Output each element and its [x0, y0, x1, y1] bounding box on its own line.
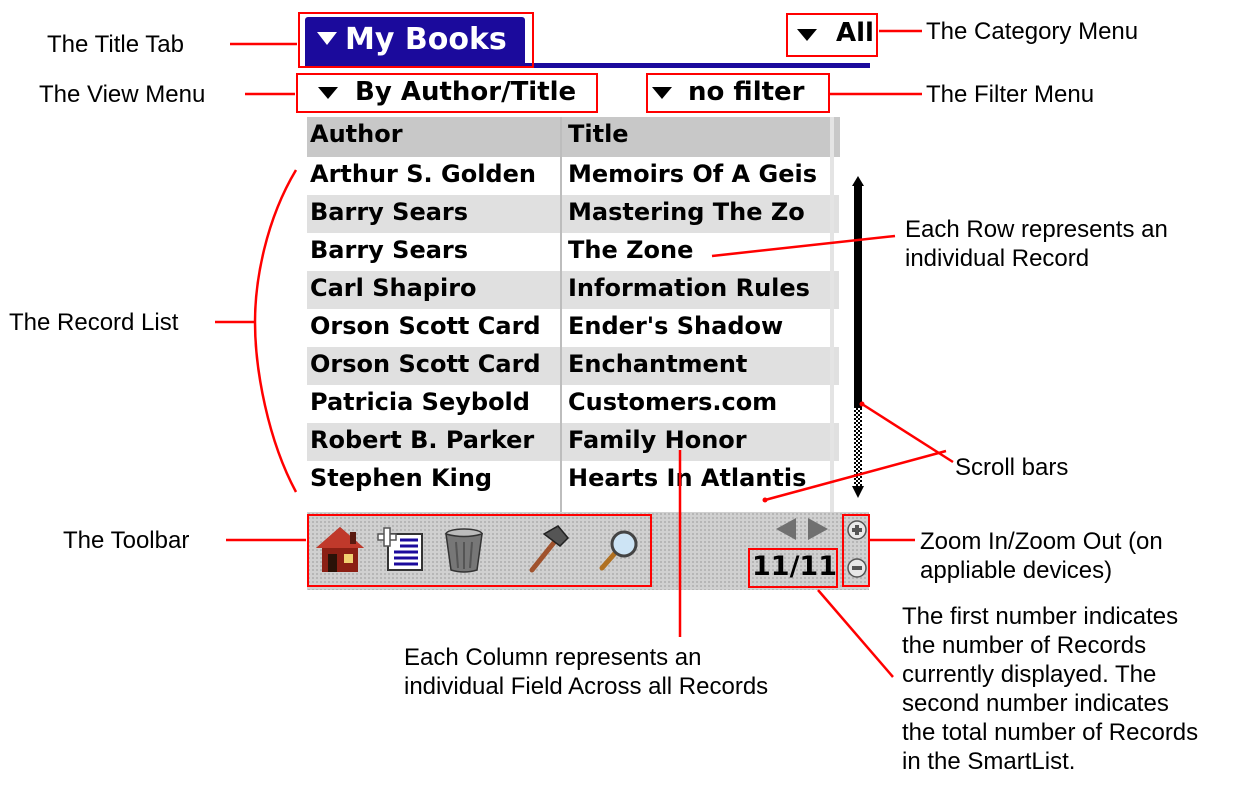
count-note: The first number indicates the number of… [902, 603, 1199, 775]
toolbar-label: The Toolbar [63, 527, 190, 554]
zoom-note: Zoom In/Zoom Out (on appliable devices) [920, 528, 1163, 584]
row-note: Each Row represents an individual Record [905, 216, 1168, 272]
category-menu-label: The Category Menu [926, 18, 1139, 45]
record-list-label: The Record List [9, 309, 179, 336]
view-menu-label: The View Menu [39, 81, 206, 108]
column-note: Each Column represents an individual Fie… [404, 644, 769, 700]
title-tab-label: The Title Tab [47, 31, 184, 58]
scroll-bars-label: Scroll bars [955, 454, 1069, 481]
filter-menu-label: The Filter Menu [926, 81, 1095, 108]
